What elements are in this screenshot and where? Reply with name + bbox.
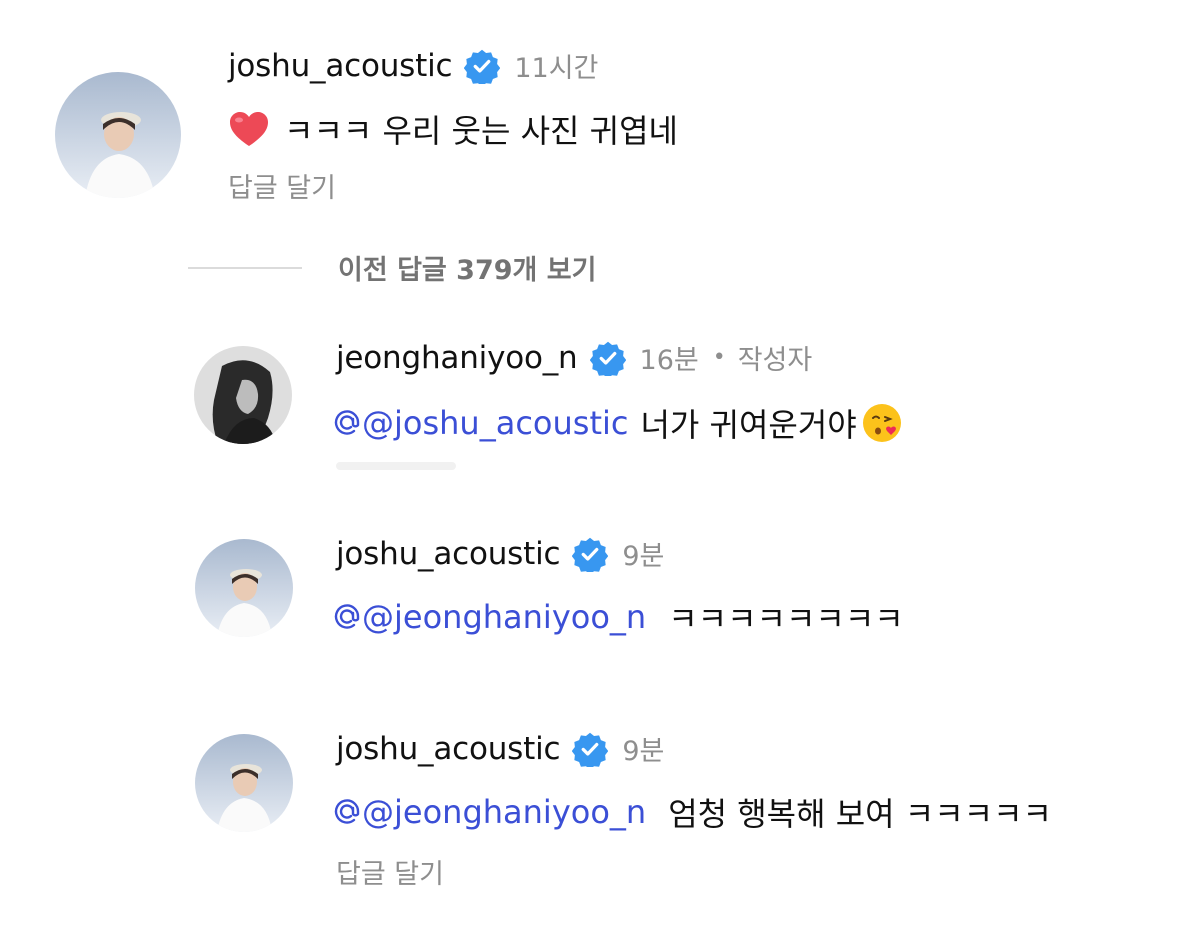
mention-link[interactable]: @jeonghaniyoo_n xyxy=(334,793,646,831)
comment-text: 엄청 행복해 보여 ㅋㅋㅋㅋㅋ xyxy=(668,795,1052,833)
red-heart-icon xyxy=(230,112,268,146)
verified-badge-icon xyxy=(464,49,501,84)
mention-text[interactable]: @jeonghaniyoo_n xyxy=(362,793,646,831)
threads-at-icon xyxy=(334,799,360,824)
comment-text: 너가 귀여운거야 xyxy=(640,406,857,444)
avatar-jeonghaniyoo-n[interactable] xyxy=(194,346,292,444)
avatar-joshu-acoustic[interactable] xyxy=(195,539,293,637)
comment-time: 9분 xyxy=(622,736,665,767)
divider xyxy=(188,266,302,269)
comment-text: ㅋㅋㅋㅋㅋㅋㅋㅋ xyxy=(668,600,904,638)
mention-link[interactable]: @jeonghaniyoo_n xyxy=(334,598,646,636)
faded-reply-placeholder xyxy=(336,462,456,470)
comment-username[interactable]: joshu_acoustic xyxy=(336,536,561,572)
comment-time: 9분 xyxy=(622,541,665,572)
mention-link[interactable]: @joshu_acoustic xyxy=(334,404,628,442)
view-previous-replies[interactable]: 이전 답글 379개 보기 xyxy=(188,248,596,287)
comment-username[interactable]: jeonghaniyoo_n xyxy=(336,340,578,376)
reply-button[interactable]: 답글 달기 xyxy=(336,852,444,891)
separator-dot: • xyxy=(712,345,726,370)
mention-text[interactable]: @jeonghaniyoo_n xyxy=(362,598,646,636)
threads-at-icon xyxy=(334,410,360,435)
comment-username[interactable]: joshu_acoustic xyxy=(336,731,561,767)
comment-username[interactable]: joshu_acoustic xyxy=(228,48,453,84)
comment-time: 11시간 xyxy=(514,53,599,84)
mention-text[interactable]: @joshu_acoustic xyxy=(362,404,628,442)
avatar-joshu-acoustic[interactable] xyxy=(195,734,293,832)
verified-badge-icon xyxy=(589,341,626,376)
verified-badge-icon xyxy=(572,732,609,767)
comment-text: ㅋㅋㅋ 우리 웃는 사진 귀엽네 xyxy=(284,112,678,150)
comment-time: 16분 xyxy=(639,345,699,376)
face-blowing-kiss-emoji xyxy=(862,404,901,442)
avatar-joshu-acoustic[interactable] xyxy=(55,72,181,198)
threads-at-icon xyxy=(334,604,360,629)
view-replies-label[interactable]: 이전 답글 379개 보기 xyxy=(338,248,596,287)
author-tag: 작성자 xyxy=(737,345,813,376)
reply-button[interactable]: 답글 달기 xyxy=(228,166,336,205)
verified-badge-icon xyxy=(572,537,609,572)
